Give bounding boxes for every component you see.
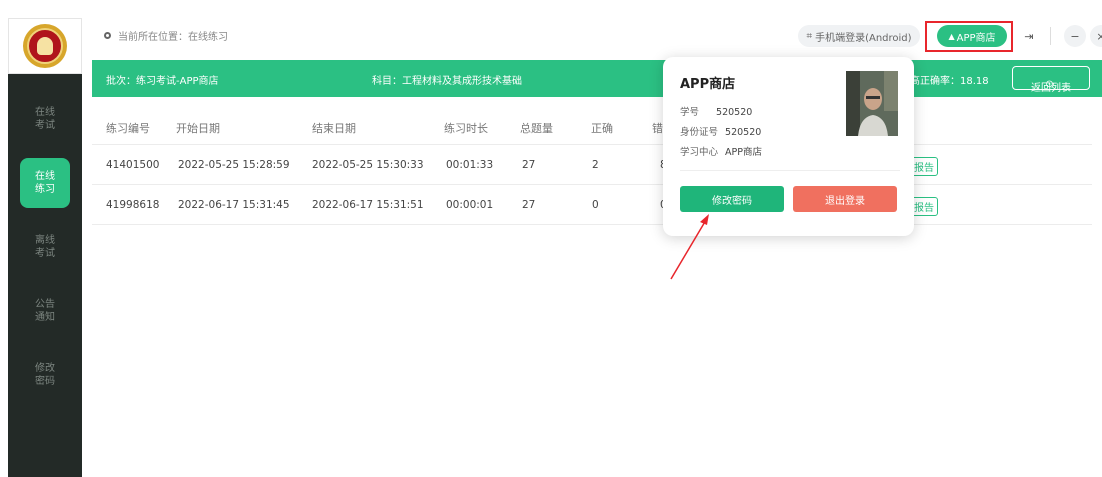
app-window: 在线 考试 在线 练习 离线 考试 公告 通知 修改 密码 当前所在位置：在线练… xyxy=(0,0,1102,477)
annotation-arrow xyxy=(670,214,709,280)
